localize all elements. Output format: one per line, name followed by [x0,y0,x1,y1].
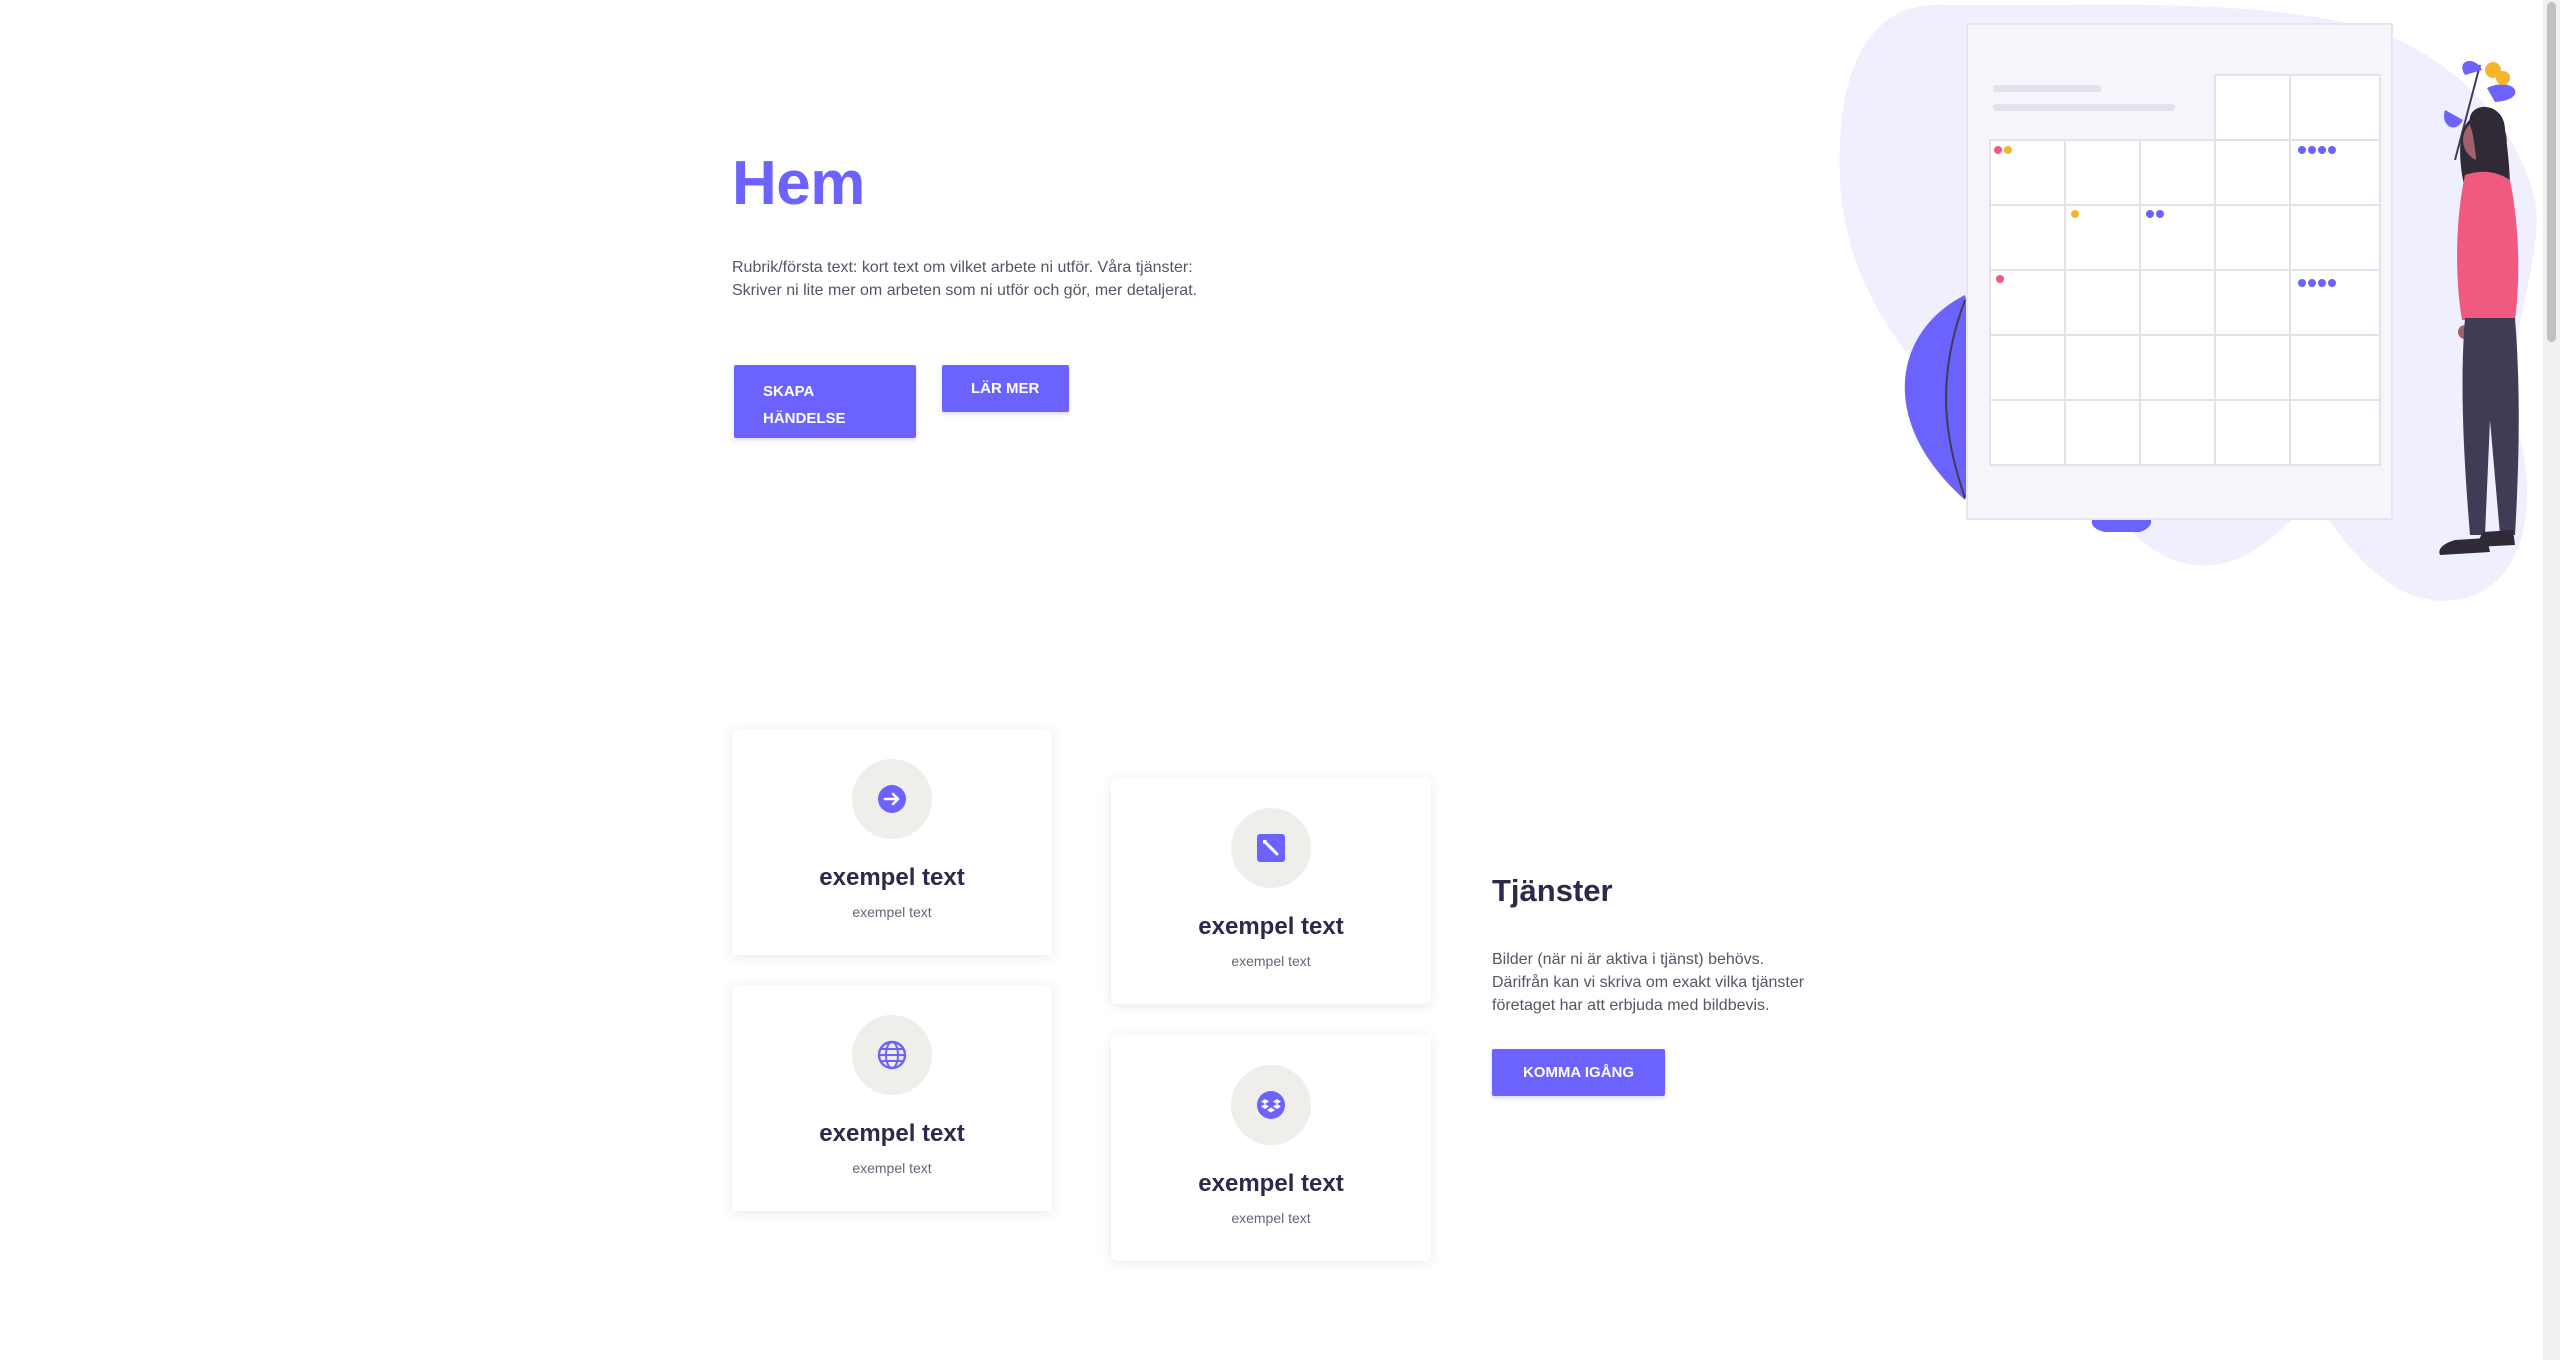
card-title: exempel text [1198,913,1344,940]
arrow-right-circle-icon [878,785,906,813]
create-event-label-line1: SKAPA [763,383,815,400]
pencil-square-icon [1257,834,1285,862]
learn-more-button[interactable]: LÄR MER [942,365,1069,412]
service-card[interactable]: exempel text exempel text [1111,778,1431,1004]
services-title: Tjänster [1492,873,1613,908]
card-subtitle: exempel text [852,904,932,920]
card-subtitle: exempel text [1231,953,1311,969]
card-icon-bg [1231,808,1311,888]
card-subtitle: exempel text [1231,1210,1311,1226]
service-card[interactable]: exempel text exempel text [732,729,1052,955]
card-icon-bg [852,759,932,839]
card-title: exempel text [819,1120,965,1147]
services-description-line1: Bilder (när ni är aktiva i tjänst) behöv… [1492,951,1765,968]
hero-title: Hem [732,149,865,218]
get-started-button[interactable]: KOMMA IGÅNG [1492,1049,1665,1096]
card-title: exempel text [1198,1170,1344,1197]
services-description: Bilder (när ni är aktiva i tjänst) behöv… [1492,948,1822,1017]
card-icon-bg [1231,1065,1311,1145]
create-event-button[interactable]: SKAPA HÄNDELSE [734,365,916,438]
create-event-label-line2: HÄNDELSE [763,410,846,427]
scrollbar-thumb[interactable] [2547,2,2556,342]
service-card[interactable]: exempel text exempel text [1111,1035,1431,1261]
services-description-line3: företaget har att erbjuda med bildbevis. [1492,997,1770,1014]
services-description-line2: Därifrån kan vi skriva om exakt vilka tj… [1492,974,1805,991]
hero-description-line2: Skriver ni lite mer om arbeten som ni ut… [732,282,1198,299]
scrollbar[interactable] [2543,0,2560,1360]
dropbox-icon [1257,1091,1285,1119]
globe-icon [877,1040,907,1070]
hero-description: Rubrik/första text: kort text om vilket … [732,256,1252,302]
card-subtitle: exempel text [852,1160,932,1176]
card-title: exempel text [819,864,965,891]
hero-description-line1: Rubrik/första text: kort text om vilket … [732,259,1193,276]
card-icon-bg [852,1015,932,1095]
service-card[interactable]: exempel text exempel text [732,985,1052,1211]
calendar-illustration [1839,4,2537,601]
